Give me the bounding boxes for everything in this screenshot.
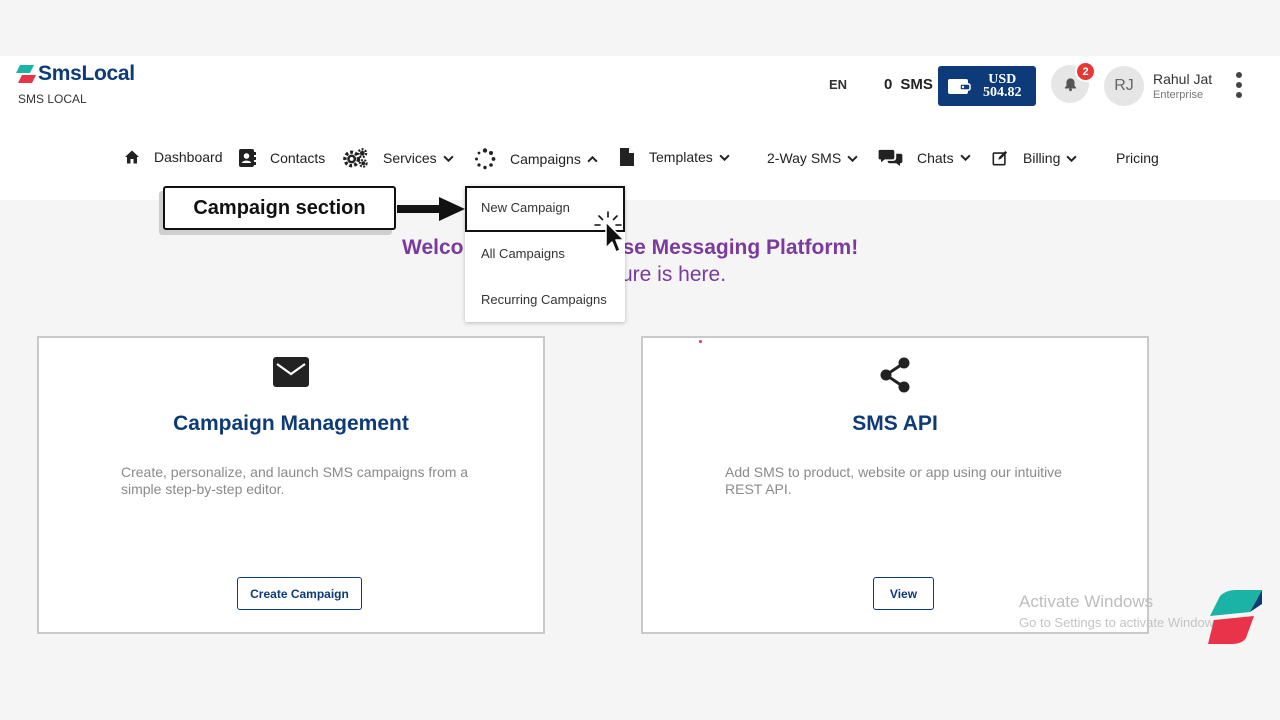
nav-label: Dashboard [154,149,223,165]
sms-api-card: SMS API Add SMS to product, website or a… [641,336,1149,634]
chevron-down-icon [959,154,971,161]
nav-item-templates[interactable]: Templates [619,147,730,167]
edit-icon [992,150,1008,166]
nav-label: Services [383,150,437,166]
nav-item-billing[interactable]: Billing [992,150,1077,166]
dropdown-item-new-campaign[interactable]: New Campaign [481,200,570,215]
file-icon [620,148,634,166]
nav-label: Campaigns [510,151,581,167]
welcome-subheading-end: ure is here. [621,263,727,286]
welcome-heading-end: se Messaging Platform! [622,236,859,259]
contacts-icon [239,149,256,167]
nav-item-services[interactable]: Services [342,147,454,169]
chevron-down-icon [1066,155,1077,162]
nav-label: Billing [1023,150,1061,166]
welcome-heading-start: Welco [402,236,464,259]
nav-item-chats[interactable]: Chats [878,148,971,167]
card-icon-wrap [643,356,1147,394]
nav-label: Templates [649,149,713,165]
user-avatar[interactable]: RJ [1104,66,1144,106]
activate-windows-title: Activate Windows [1019,592,1154,611]
top-strip [0,0,1280,56]
dropdown-item-recurring-campaigns[interactable]: Recurring Campaigns [481,292,607,307]
nav-item-pricing[interactable]: Pricing [1116,150,1159,166]
mouse-pointer-icon [594,211,625,253]
card-description: Create, personalize, and launch SMS camp… [121,464,469,497]
language-selector[interactable]: EN [829,77,847,92]
notification-count-badge: 2 [1075,61,1096,82]
campaign-management-card: Campaign Management Create, personalize,… [37,336,545,634]
sms-count-value: 0 [884,76,893,93]
card-title: SMS API [852,412,938,435]
user-name[interactable]: Rahul Jat [1153,71,1212,87]
card-title: Campaign Management [173,412,409,435]
wallet-button[interactable]: USD 504.82 [938,66,1036,106]
nav-label: Pricing [1116,150,1159,166]
envelope-icon [273,357,309,387]
wallet-balance: USD 504.82 [983,73,1022,100]
view-api-button[interactable]: View [873,577,934,610]
annotation-arrow-icon [397,197,465,221]
create-campaign-button[interactable]: Create Campaign [237,577,362,610]
brand-name: SmsLocal [38,62,135,85]
chevron-down-icon [719,154,730,161]
chat-icon [878,149,903,167]
smslocal-floating-logo-icon[interactable] [1206,590,1262,644]
nav-item-campaigns[interactable]: Campaigns [474,148,598,170]
nav-label: 2-Way SMS [767,150,842,166]
user-plan: Enterprise [1153,89,1204,101]
nav-item-dashboard[interactable]: Dashboard [124,149,223,165]
wallet-amount: 504.82 [983,85,1022,100]
bell-icon [1064,77,1076,91]
sms-balance: 0 SMS [884,76,933,93]
brand-subtitle: SMS LOCAL [18,92,87,106]
chevron-down-icon [443,155,454,162]
nav-label: Chats [917,149,954,166]
chevron-down-icon [847,155,858,162]
activate-windows-subtitle: Go to Settings to activate Windows. [1019,615,1225,630]
spinner-icon [475,148,496,170]
nav-label: Contacts [270,150,326,166]
annotation-callout: Campaign section [163,186,396,230]
wallet-icon [948,79,971,94]
stray-dot [699,340,702,343]
brand-logo[interactable]: SmsLocal [16,62,135,86]
smslocal-logo-icon [16,65,36,83]
home-icon [125,150,139,164]
chevron-up-icon [587,155,598,162]
card-icon-wrap [39,356,543,388]
card-description: Add SMS to product, website or app using… [725,464,1062,497]
dropdown-item-all-campaigns[interactable]: All Campaigns [481,246,565,261]
share-icon [880,357,910,393]
nav-item-2way-sms[interactable]: 2-Way SMS [767,150,858,166]
more-vertical-icon[interactable] [1232,71,1246,101]
gears-icon [343,148,368,168]
sms-count-label: SMS [900,76,933,93]
nav-item-contacts[interactable]: Contacts [238,148,325,168]
